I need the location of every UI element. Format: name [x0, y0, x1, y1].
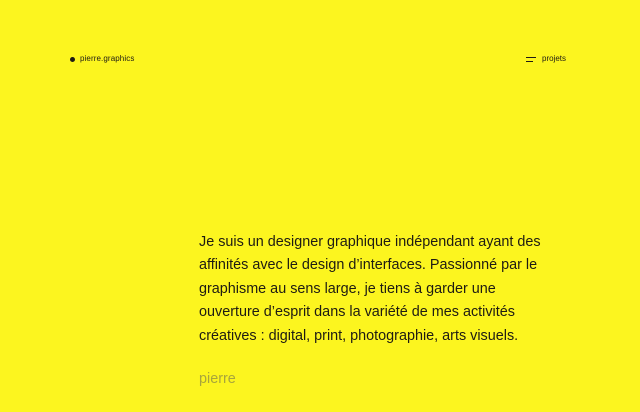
site-logo-link[interactable]: pierre.graphics [70, 53, 134, 65]
dot-icon [70, 56, 75, 62]
signature: pierre [199, 371, 236, 387]
projects-menu-link[interactable]: projets [526, 53, 566, 65]
site-header: pierre.graphics projets [0, 0, 640, 63]
site-logo-text: pierre.graphics [80, 54, 135, 63]
menu-icon [526, 56, 536, 62]
projects-menu-label: projets [542, 54, 567, 63]
intro-paragraph: Je suis un designer graphique indépendan… [199, 234, 541, 344]
